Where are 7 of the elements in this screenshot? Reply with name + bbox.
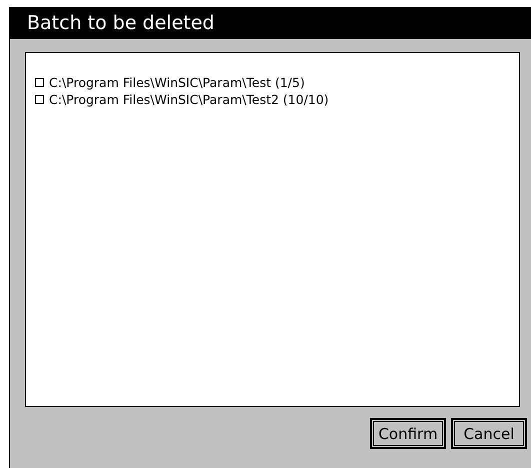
batch-path: C:\Program Files\WinSIC\Param\Test (1/5) xyxy=(49,74,305,91)
confirm-button[interactable]: Confirm xyxy=(370,418,446,449)
window-title: Batch to be deleted xyxy=(10,8,531,39)
checkbox[interactable] xyxy=(35,78,44,87)
batch-path: C:\Program Files\WinSIC\Param\Test2 (10/10) xyxy=(49,91,329,108)
checkbox[interactable] xyxy=(35,95,44,104)
cancel-button[interactable]: Cancel xyxy=(451,418,527,449)
